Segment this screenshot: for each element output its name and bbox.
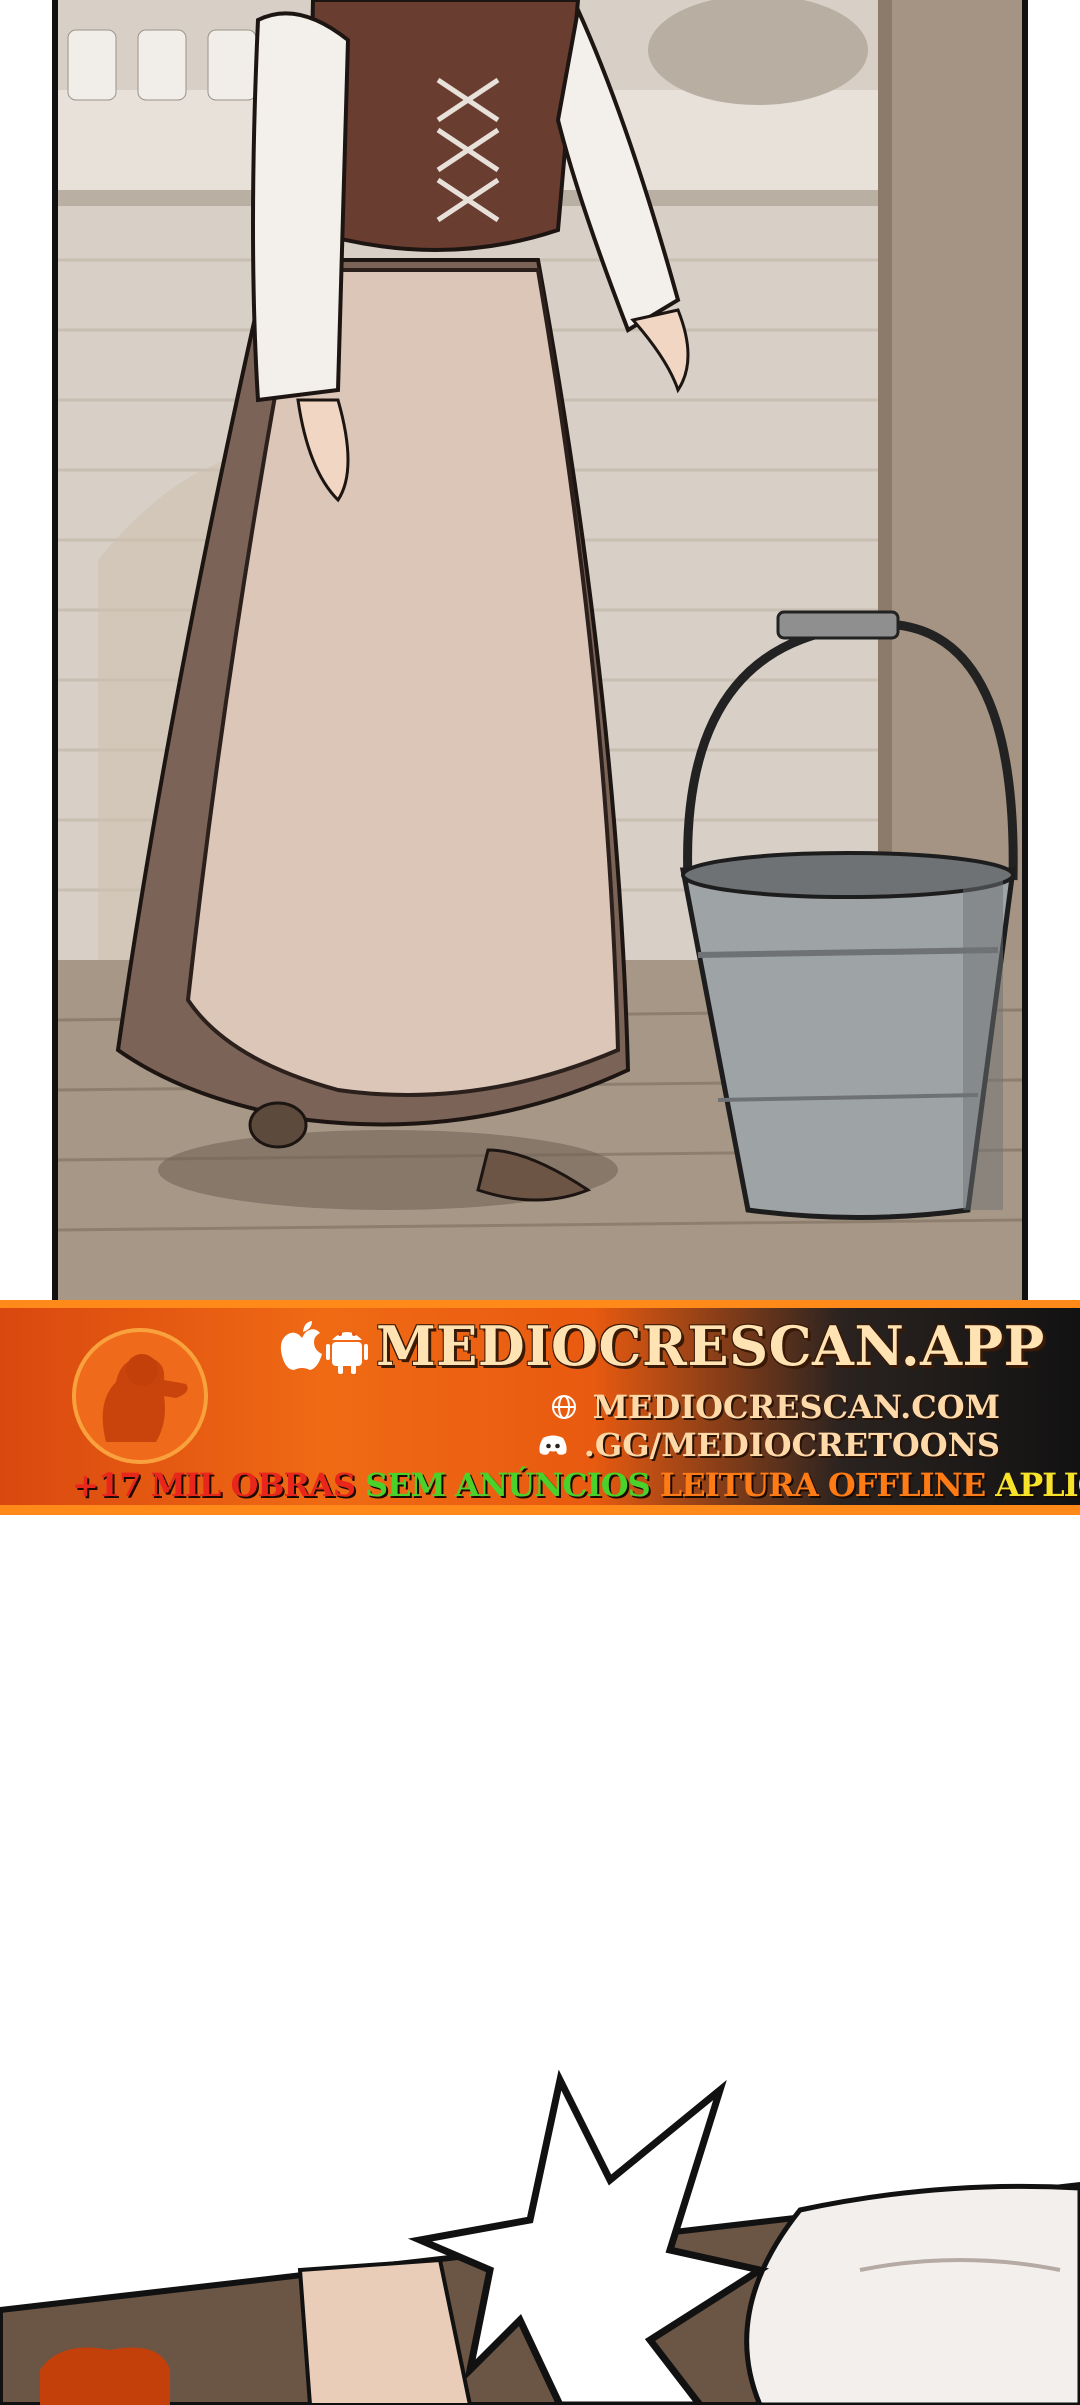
site-web-row[interactable]: MEDIOCRESCAN.COM: [551, 1388, 1000, 1426]
platform-icons: [280, 1321, 368, 1374]
android-icon: [326, 1332, 368, 1374]
banner-features: +17 MIL OBRAS SEM ANÚNCIOS LEITURA OFFLI…: [72, 1466, 1080, 1504]
site-web-link[interactable]: MEDIOCRESCAN.COM: [593, 1388, 1000, 1426]
comic-panel-bottom: [0, 2070, 1080, 2405]
discord-link[interactable]: .GG/MEDIOCRETOONS: [584, 1426, 1000, 1464]
apple-icon: [280, 1321, 322, 1370]
mediocre-scan-logo: [72, 1328, 208, 1464]
site-app-link[interactable]: MEDIOCRESCAN.APP: [376, 1314, 1045, 1378]
discord-icon: [539, 1435, 567, 1455]
banner-bottom-stripe: [0, 1505, 1080, 1515]
feature-works: +17 MIL OBRAS: [72, 1466, 356, 1504]
comic-panel-maid-bucket: [52, 0, 1028, 1300]
manga-page: MEDIOCRESCAN.APP MEDIOCRESCAN.COM .GG/ME…: [0, 0, 1080, 2405]
globe-icon: [551, 1395, 576, 1419]
discord-row[interactable]: .GG/MEDIOCRETOONS: [538, 1426, 1000, 1464]
promo-banner[interactable]: MEDIOCRESCAN.APP MEDIOCRESCAN.COM .GG/ME…: [0, 1300, 1080, 1515]
feature-offline: LEITURA OFFLINE: [659, 1466, 987, 1504]
banner-top-stripe: [0, 1300, 1080, 1308]
feature-app: APLICATIVO: [995, 1466, 1080, 1504]
feature-no-ads: SEM ANÚNCIOS: [364, 1466, 651, 1504]
